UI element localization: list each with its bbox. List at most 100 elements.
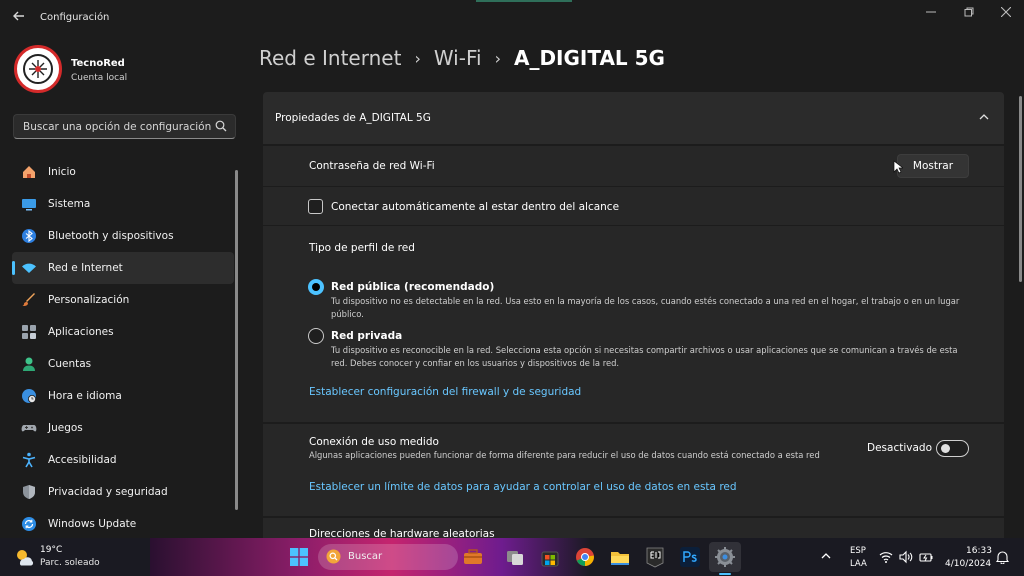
settings-icon[interactable] [714,546,736,568]
user-profile[interactable]: TecnoRed Cuenta local [12,44,232,96]
properties-title: Propiedades de A_DIGITAL 5G [275,112,431,124]
breadcrumb-wifi[interactable]: Wi-Fi [434,46,482,70]
clock-time[interactable]: 16:33 [966,546,992,556]
person-icon [23,357,35,371]
photoshop-icon[interactable] [679,546,701,568]
metered-connection-toggle[interactable] [936,440,969,457]
brush-icon [22,293,35,306]
title-bar: Configuración [0,0,1024,38]
public-network-description: Tu dispositivo no es detectable en la re… [331,296,960,319]
divider [263,186,1004,187]
wifi-icon[interactable] [879,550,893,564]
private-network-title: Red privada [331,330,403,342]
app-title: Configuración [40,12,110,23]
window-accent-line [476,0,572,2]
notification-bell-icon[interactable] [996,550,1009,564]
store-icon[interactable] [539,546,561,568]
update-icon [22,517,36,531]
sidebar-item-aplicaciones[interactable]: Aplicaciones [12,316,234,348]
metered-toggle-state: Desactivado [867,442,932,454]
search-icon [215,120,227,132]
file-explorer-icon[interactable] [609,546,631,568]
auto-connect-label: Conectar automáticamente al estar dentro… [331,201,620,213]
properties-panel: Contraseña de red Wi-Fi Mostrar Conectar… [263,146,1004,422]
gamepad-icon [21,425,37,432]
private-network-description: Tu dispositivo es reconocible en la red.… [331,345,958,368]
mouse-pointer-icon [893,160,903,174]
profile-type-label: Tipo de perfil de red [309,242,415,254]
sidebar-item-accesibilidad[interactable]: Accesibilidad [12,444,234,476]
sidebar-item-label: Windows Update [48,518,137,530]
sidebar-item-label: Privacidad y seguridad [48,486,168,498]
sidebar-item-label: Inicio [48,166,76,178]
sidebar-item-bluetooth[interactable]: Bluetooth y dispositivos [12,220,234,252]
sidebar-item-label: Red e Internet [48,262,123,274]
keyboard-layout-indicator[interactable]: LAA [850,559,867,569]
tecnored-logo-icon [23,54,53,84]
wifi-icon [22,263,36,273]
profile-account-type: Cuenta local [71,73,128,83]
public-network-title: Red pública (recomendado) [331,281,495,293]
sidebar-item-juegos[interactable]: Juegos [12,412,234,444]
back-button[interactable] [10,9,28,27]
sidebar-item-cuentas[interactable]: Cuentas [12,348,234,380]
sidebar-item-inicio[interactable]: Inicio [12,156,234,188]
globe-clock-icon [22,389,36,403]
metered-connection-panel: Conexión de uso medido Algunas aplicacio… [263,424,1004,516]
data-limit-link[interactable]: Establecer un límite de datos para ayuda… [309,481,737,493]
properties-expander-header[interactable]: Propiedades de A_DIGITAL 5G [263,92,1004,144]
chevron-up-icon [979,114,989,120]
breadcrumb-separator: › [494,48,501,68]
bluetooth-icon [22,229,36,243]
apps-icon [22,325,36,339]
clock-date[interactable]: 4/10/2024 [945,559,991,569]
sidebar-item-personalizacion[interactable]: Personalización [12,284,234,316]
sidebar-scrollbar[interactable] [235,170,238,510]
settings-search-input[interactable]: Buscar una opción de configuración [13,114,236,139]
show-password-button[interactable]: Mostrar [897,154,969,178]
page-title: A_DIGITAL 5G [513,46,665,70]
main-scrollbar[interactable] [1019,96,1022,282]
home-icon [23,166,35,178]
metered-connection-description: Algunas aplicaciones pueden funcionar de… [309,450,820,460]
sidebar-item-label: Sistema [48,198,91,210]
minimize-button[interactable] [917,5,945,23]
chrome-icon[interactable] [574,546,596,568]
toolbox-icon[interactable] [462,546,484,568]
breadcrumb-separator: › [414,48,421,68]
weather-temperature: 19°C [40,545,63,555]
restore-button[interactable] [955,5,983,23]
firewall-settings-link[interactable]: Establecer configuración del firewall y … [309,386,581,398]
sidebar-item-label: Cuentas [48,358,92,370]
chevron-up-icon[interactable] [820,550,832,562]
sidebar-item-sistema[interactable]: Sistema [12,188,234,220]
windows-start-icon[interactable] [290,548,308,566]
sidebar-item-privacidad[interactable]: Privacidad y seguridad [12,476,234,508]
task-view-icon[interactable] [504,546,526,568]
sidebar-item-hora-e-idioma[interactable]: Hora e idioma [12,380,234,412]
taskbar-search-box[interactable]: Buscar [318,544,458,570]
battery-icon[interactable] [919,550,933,564]
volume-icon[interactable] [899,550,913,564]
sidebar-item-label: Hora e idioma [48,390,122,402]
private-network-radio[interactable] [308,328,324,344]
arrow-left-icon [13,11,24,21]
close-button[interactable] [992,5,1020,23]
sidebar-item-windows-update[interactable]: Windows Update [12,508,234,540]
shield-icon [23,485,35,499]
close-icon [1000,6,1012,18]
public-network-radio[interactable] [308,279,324,295]
weather-partly-sunny-icon[interactable] [14,547,34,567]
random-hardware-addresses-panel: Direcciones de hardware aleatorias [263,518,1004,538]
divider [263,225,1004,226]
active-indicator [12,261,15,275]
breadcrumb-red-e-internet[interactable]: Red e Internet [259,46,401,70]
language-indicator[interactable]: ESP [850,546,866,556]
epic-games-icon[interactable] [644,546,666,568]
auto-connect-checkbox[interactable] [308,199,323,214]
accessibility-icon [22,452,36,468]
monitor-icon [22,199,36,211]
sidebar-item-red-e-internet[interactable]: Red e Internet [12,252,234,284]
minimize-icon [926,11,936,13]
sidebar-item-label: Personalización [48,294,130,306]
